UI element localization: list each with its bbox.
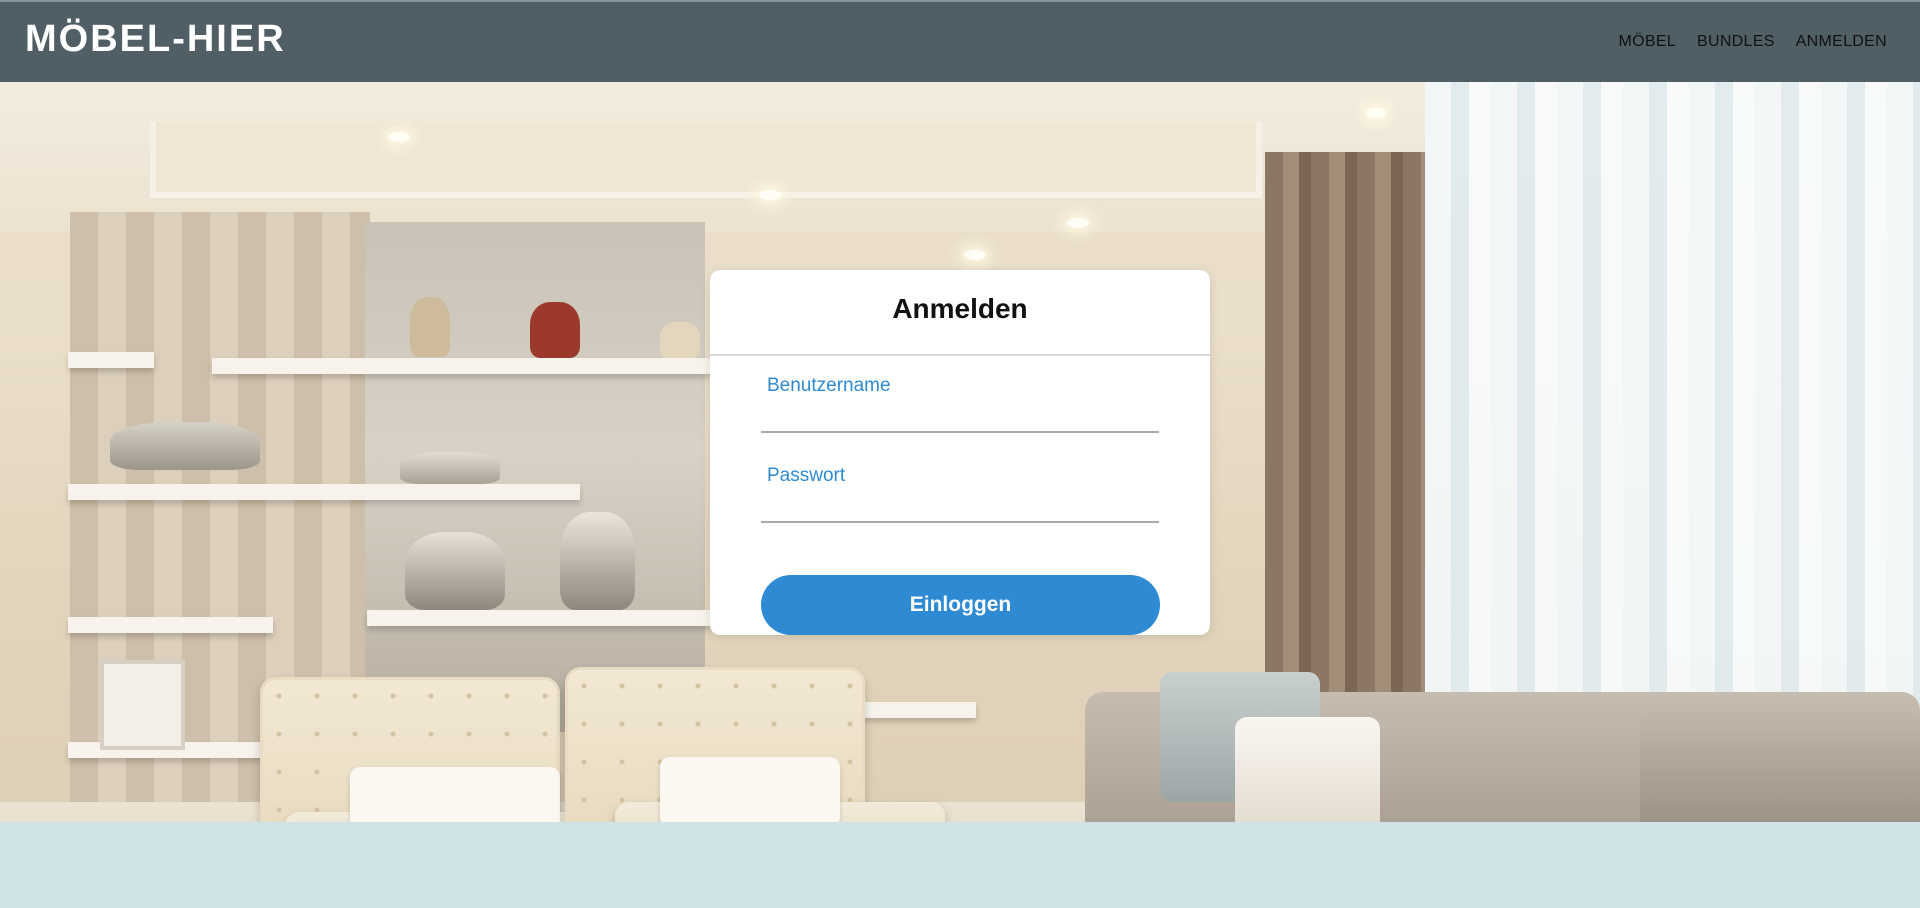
wall-shelf	[212, 358, 712, 374]
username-label: Benutzername	[767, 375, 891, 396]
site-logo[interactable]: MÖBEL-HIER	[25, 18, 286, 61]
sofa-cushion	[1640, 712, 1920, 832]
wall-shelf	[68, 352, 154, 368]
decor-sculpture	[560, 512, 635, 610]
nav-link-moebel[interactable]: MÖBEL	[1618, 33, 1676, 51]
decor-figurine	[530, 302, 580, 358]
password-label: Passwort	[767, 465, 846, 486]
ceiling-spotlight	[388, 132, 410, 142]
main-nav: MÖBEL BUNDLES ANMELDEN	[1618, 33, 1887, 51]
wall-shelf	[68, 617, 273, 633]
ceiling-spotlight	[1365, 108, 1387, 118]
ceiling-spotlight	[964, 250, 986, 260]
password-input[interactable]	[761, 493, 1159, 523]
ceiling-spotlight	[1067, 218, 1089, 228]
username-field: Benutzername	[761, 375, 1159, 465]
nav-link-bundles[interactable]: BUNDLES	[1697, 33, 1775, 51]
password-field: Passwort	[761, 465, 1159, 555]
nav-link-anmelden[interactable]: ANMELDEN	[1796, 33, 1887, 51]
login-submit-button[interactable]: Einloggen	[761, 575, 1160, 635]
top-navigation-bar: MÖBEL-HIER MÖBEL BUNDLES ANMELDEN	[0, 0, 1920, 82]
decor-sculpture	[400, 452, 500, 484]
login-title: Anmelden	[892, 293, 1028, 324]
wall-shelf	[68, 484, 580, 500]
sofa-cushion	[1235, 717, 1380, 832]
wall-shelf	[367, 610, 712, 626]
photo-frame	[100, 660, 185, 750]
ceiling-tray	[150, 122, 1262, 198]
decor-figurine	[410, 297, 450, 357]
curtain-dark	[1265, 152, 1425, 762]
decor-vase	[110, 422, 260, 470]
decor-sculpture	[405, 532, 505, 610]
username-input[interactable]	[761, 403, 1159, 433]
page-footer-strip	[0, 822, 1920, 908]
login-card: Anmelden Benutzername Passwort Einloggen	[710, 270, 1210, 635]
ceiling-spotlight	[759, 190, 781, 200]
chair-pillow	[660, 757, 840, 827]
decor-figurine	[660, 322, 700, 358]
title-divider	[710, 354, 1210, 356]
